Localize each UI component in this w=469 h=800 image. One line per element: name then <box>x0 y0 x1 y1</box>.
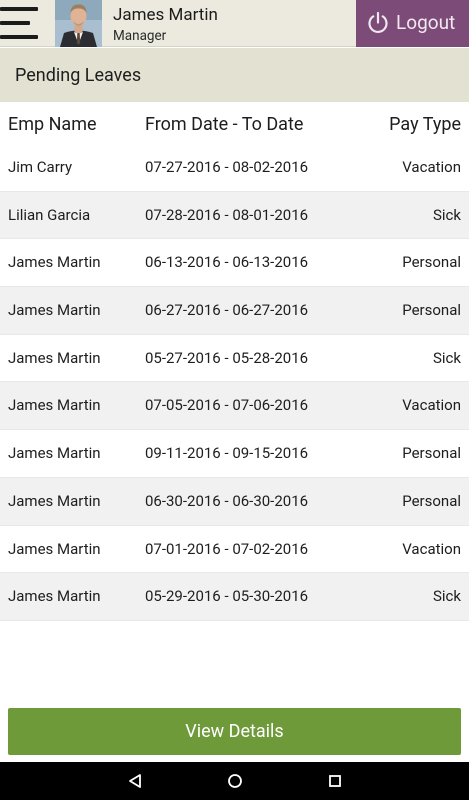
pay-type-cell: Sick <box>432 587 461 606</box>
table-row[interactable]: James Martin 07-05-2016 - 07-06-2016 Vac… <box>0 382 469 431</box>
date-range-cell: 07-28-2016 - 08-01-2016 <box>145 205 309 224</box>
column-header-pay-type: Pay Type <box>389 114 461 135</box>
table-row[interactable]: James Martin 05-29-2016 - 05-30-2016 Sic… <box>0 573 469 621</box>
pay-type-cell: Sick <box>432 205 461 224</box>
avatar <box>55 0 102 47</box>
date-range-cell: 05-27-2016 - 05-28-2016 <box>145 348 309 367</box>
pay-type-cell: Personal <box>402 301 461 320</box>
date-range-cell: 05-29-2016 - 05-30-2016 <box>145 587 309 606</box>
recent-apps-square-icon <box>329 775 341 787</box>
table-header: Emp Name From Date - To Date Pay Type <box>0 102 469 144</box>
pay-type-cell: Personal <box>402 253 461 272</box>
view-details-button[interactable]: View Details <box>8 708 461 755</box>
emp-name-cell: Jim Carry <box>8 158 73 176</box>
pay-type-cell: Vacation <box>402 539 461 558</box>
emp-name-cell: James Martin <box>8 301 101 320</box>
emp-name-cell: Lilian Garcia <box>8 205 91 224</box>
user-name: James Martin <box>113 5 218 25</box>
emp-name-cell: James Martin <box>8 444 101 463</box>
pay-type-cell: Personal <box>402 444 461 463</box>
emp-name-cell: James Martin <box>8 491 101 510</box>
date-range-cell: 07-27-2016 - 08-02-2016 <box>145 158 309 176</box>
power-icon <box>368 11 388 34</box>
table-row[interactable]: Jim Carry 07-27-2016 - 08-02-2016 Vacati… <box>0 144 469 192</box>
date-range-cell: 06-30-2016 - 06-30-2016 <box>145 491 309 510</box>
date-range-cell: 06-27-2016 - 06-27-2016 <box>145 301 309 320</box>
table-row[interactable]: James Martin 06-30-2016 - 06-30-2016 Per… <box>0 477 469 526</box>
section-header: Pending Leaves <box>0 48 469 102</box>
logout-label: Logout <box>396 11 456 34</box>
back-button[interactable] <box>105 762 165 800</box>
menu-icon[interactable] <box>0 6 40 42</box>
pay-type-cell: Vacation <box>402 158 461 176</box>
table-row[interactable]: James Martin 05-27-2016 - 05-28-2016 Sic… <box>0 334 469 383</box>
emp-name-cell: James Martin <box>8 348 101 367</box>
table-row[interactable]: James Martin 06-27-2016 - 06-27-2016 Per… <box>0 287 469 335</box>
column-header-dates: From Date - To Date <box>145 114 304 135</box>
date-range-cell: 09-11-2016 - 09-15-2016 <box>145 444 309 463</box>
page-title: Pending Leaves <box>15 65 142 86</box>
pay-type-cell: Vacation <box>402 396 461 415</box>
table-row[interactable]: Lilian Garcia 07-28-2016 - 08-01-2016 Si… <box>0 191 469 240</box>
recent-apps-button[interactable] <box>305 762 365 800</box>
emp-name-cell: James Martin <box>8 253 101 272</box>
column-header-emp-name: Emp Name <box>8 114 97 135</box>
pay-type-cell: Personal <box>402 491 461 510</box>
home-circle-icon <box>228 774 242 788</box>
emp-name-cell: James Martin <box>8 539 101 558</box>
home-button[interactable] <box>205 762 265 800</box>
date-range-cell: 06-13-2016 - 06-13-2016 <box>145 253 309 272</box>
emp-name-cell: James Martin <box>8 396 101 415</box>
user-role: Manager <box>113 28 167 44</box>
table-row[interactable]: James Martin 06-13-2016 - 06-13-2016 Per… <box>0 239 469 288</box>
system-nav-bar <box>0 762 469 800</box>
leaves-table-body: Jim Carry 07-27-2016 - 08-02-2016 Vacati… <box>0 144 469 621</box>
app-header: James Martin Manager Logout <box>0 0 469 47</box>
date-range-cell: 07-01-2016 - 07-02-2016 <box>145 539 309 558</box>
table-row[interactable]: James Martin 09-11-2016 - 09-15-2016 Per… <box>0 430 469 478</box>
date-range-cell: 07-05-2016 - 07-06-2016 <box>145 396 309 415</box>
pay-type-cell: Sick <box>432 348 461 367</box>
back-triangle-icon <box>129 774 141 788</box>
logout-button[interactable]: Logout <box>356 0 469 47</box>
table-row[interactable]: James Martin 07-01-2016 - 07-02-2016 Vac… <box>0 525 469 574</box>
emp-name-cell: James Martin <box>8 587 101 606</box>
app-screen: James Martin Manager Logout Pending Leav… <box>0 0 469 800</box>
